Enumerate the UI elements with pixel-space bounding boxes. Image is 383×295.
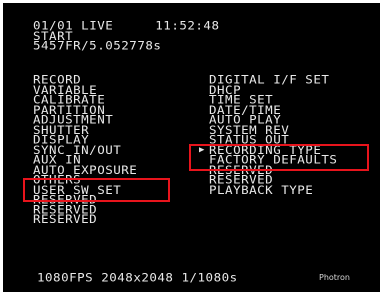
menu-right-column: DIGITAL I/F SET DHCP TIME SET DATE/TIME … [199, 74, 337, 195]
menu-item-reserved-3[interactable]: RESERVED [33, 213, 137, 225]
frame-rate: 1080FPS [37, 270, 94, 285]
menu-item-playback-type[interactable]: PLAYBACK TYPE [209, 183, 337, 195]
status-block: 01/01 LIVE 11:52:48 START 5457FR/5.052778… [33, 18, 220, 53]
frame-info: 5457FR/5.052778s [33, 38, 162, 53]
resolution: 2048x2048 [101, 270, 174, 285]
mode-indicator: LIVE [81, 18, 114, 33]
menu-left-column: RECORD VARIABLE CALIBRATE PARTITION ADJU… [33, 74, 137, 225]
clock-time: 11:52:48 [155, 18, 220, 33]
camera-osd-screen: 01/01 LIVE 11:52:48 START 5457FR/5.052778… [3, 3, 380, 292]
highlight-box-recording-type [189, 144, 369, 171]
recording-settings-bar: 1080FPS 2048x2048 1/1080s [37, 270, 238, 285]
photron-logo: Photron [319, 273, 351, 282]
highlight-box-others [23, 178, 170, 202]
shutter-speed: 1/1080s [181, 270, 238, 285]
